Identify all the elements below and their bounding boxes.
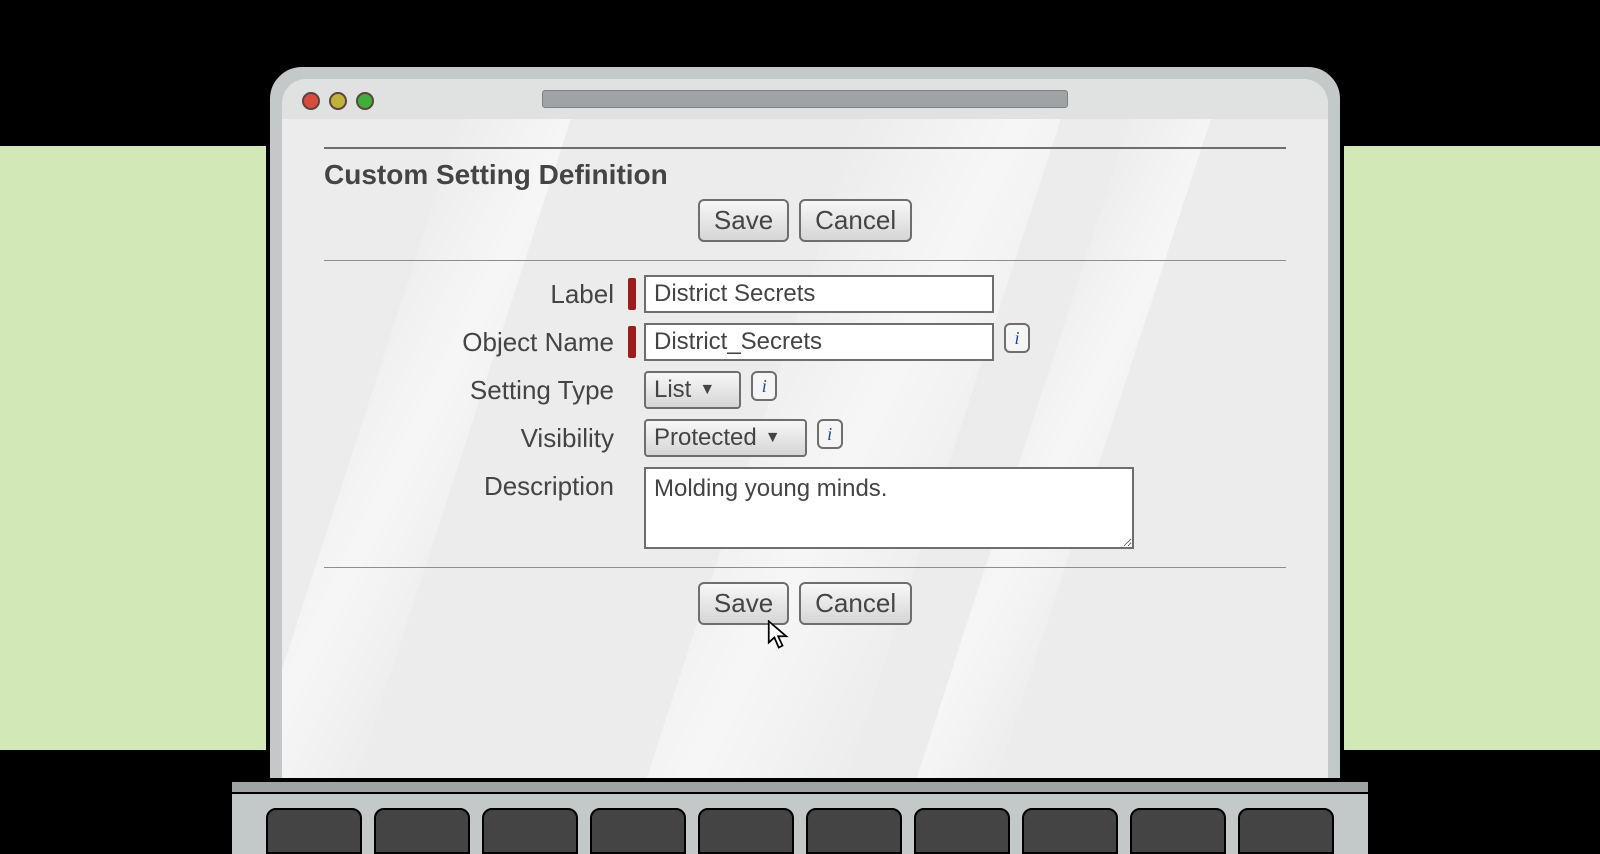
divider — [324, 147, 1286, 149]
description-field-label: Description — [324, 467, 628, 502]
setting-type-select[interactable]: List ▼ — [644, 371, 741, 409]
save-button[interactable]: Save — [698, 582, 789, 625]
info-icon[interactable]: i — [751, 371, 777, 401]
divider — [324, 567, 1286, 568]
label-field-label: Label — [324, 275, 628, 310]
visibility-value: Protected — [654, 424, 757, 452]
window-titlebar — [282, 79, 1328, 121]
label-input[interactable] — [644, 275, 994, 313]
divider — [324, 260, 1286, 261]
window-minimize-icon[interactable] — [329, 92, 347, 110]
laptop-frame: Custom Setting Definition Save Cancel La… — [266, 63, 1344, 793]
chevron-down-icon: ▼ — [699, 381, 715, 399]
window-zoom-icon[interactable] — [356, 92, 374, 110]
setting-type-field-label: Setting Type — [324, 371, 628, 406]
object-name-field-label: Object Name — [324, 323, 628, 358]
description-textarea[interactable] — [644, 467, 1134, 549]
window-close-icon[interactable] — [302, 92, 320, 110]
setting-type-value: List — [654, 376, 691, 404]
info-icon[interactable]: i — [817, 419, 843, 449]
bottom-button-row: Save Cancel — [324, 582, 1286, 625]
required-indicator — [628, 326, 636, 358]
page-title: Custom Setting Definition — [324, 159, 1286, 191]
save-button[interactable]: Save — [698, 199, 789, 242]
object-name-input[interactable] — [644, 323, 994, 361]
laptop-base — [232, 778, 1368, 854]
visibility-select[interactable]: Protected ▼ — [644, 419, 807, 457]
info-icon[interactable]: i — [1004, 323, 1030, 353]
visibility-field-label: Visibility — [324, 419, 628, 454]
top-button-row: Save Cancel — [324, 199, 1286, 242]
cancel-button[interactable]: Cancel — [799, 582, 912, 625]
required-indicator — [628, 278, 636, 310]
window-grab-bar — [542, 90, 1068, 108]
cancel-button[interactable]: Cancel — [799, 199, 912, 242]
chevron-down-icon: ▼ — [765, 429, 781, 447]
